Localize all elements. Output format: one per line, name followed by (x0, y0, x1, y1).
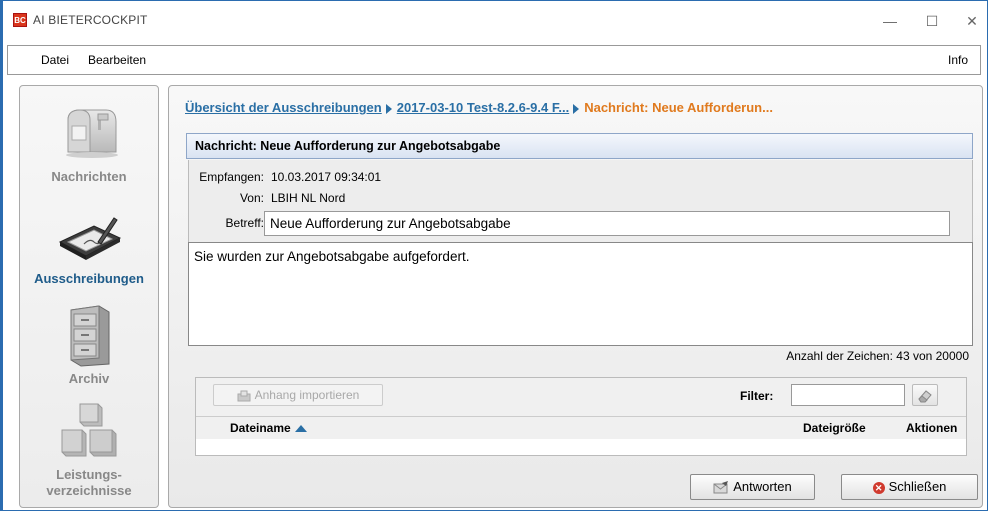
app-logo-icon: BC (13, 13, 27, 27)
reply-button[interactable]: Antworten (690, 474, 815, 500)
received-label: Empfangen: (199, 170, 264, 184)
message-body[interactable]: Sie wurden zur Angebotsabgabe aufgeforde… (188, 242, 973, 346)
filter-label: Filter: (740, 389, 774, 403)
app-window: BC AI BIETERCOCKPIT — ☐ ✕ Datei Bearbeit… (0, 0, 988, 511)
from-label: Von: (239, 191, 264, 205)
menu-bar: Datei Bearbeiten Info (7, 45, 981, 75)
window-title: AI BIETERCOCKPIT (33, 13, 148, 27)
title-bar: BC AI BIETERCOCKPIT — ☐ ✕ (3, 1, 987, 37)
import-attachment-button[interactable]: Anhang importieren (213, 384, 383, 406)
message-header: Nachricht: Neue Aufforderung zur Angebot… (186, 133, 973, 159)
close-label: Schließen (888, 479, 947, 494)
reply-label: Antworten (733, 479, 792, 494)
breadcrumb: Übersicht der Ausschreibungen 2017-03-10 … (185, 100, 773, 115)
column-actions: Aktionen (906, 421, 958, 435)
breadcrumb-link-tender[interactable]: 2017-03-10 Test-8.2.6-9.4 F... (397, 100, 569, 115)
received-value: 10.03.2017 09:34:01 (271, 170, 382, 184)
clear-filter-button[interactable] (912, 384, 938, 406)
sidebar-item-label: Leistungs- verzeichnisse (46, 467, 132, 498)
close-button[interactable]: ✕ Schließen (841, 474, 978, 500)
boxes-icon (61, 403, 117, 457)
char-count: Anzahl der Zeichen: 43 von 20000 (786, 349, 969, 363)
sidebar-item-label: Ausschreibungen (34, 271, 144, 286)
menu-bearbeiten[interactable]: Bearbeiten (88, 53, 146, 67)
breadcrumb-arrow-icon (573, 103, 580, 114)
breadcrumb-arrow-icon (385, 103, 392, 114)
column-filename-label: Dateiname (230, 421, 291, 435)
minimize-button[interactable]: — (875, 9, 905, 33)
sidebar-item-ausschreibungen[interactable]: Ausschreibungen (20, 216, 158, 286)
attachments-table-body (196, 439, 966, 455)
mailbox-icon (66, 109, 118, 158)
column-filesize[interactable]: Dateigröße (803, 421, 866, 435)
sidebar-item-label: Nachrichten (51, 169, 127, 184)
from-value: LBIH NL Nord (271, 191, 346, 205)
signing-tablet-icon (58, 217, 122, 260)
filing-cabinet-icon (70, 305, 110, 367)
attachments-panel: Anhang importieren Filter: Dateiname Dat… (195, 377, 967, 456)
maximize-button[interactable]: ☐ (917, 9, 947, 33)
menu-info[interactable]: Info (948, 53, 968, 67)
breadcrumb-link-overview[interactable]: Übersicht der Ausschreibungen (185, 100, 382, 115)
sort-ascending-icon (294, 425, 307, 433)
attachments-table-header: Dateiname Dateigröße Aktionen (196, 416, 966, 440)
breadcrumb-current: Nachricht: Neue Aufforderun... (584, 100, 773, 115)
sidebar-item-nachrichten[interactable]: Nachrichten (20, 108, 158, 184)
attachment-icon (237, 390, 251, 402)
column-filename[interactable]: Dateiname (230, 421, 307, 435)
import-attachment-label: Anhang importieren (254, 388, 360, 402)
menu-datei[interactable]: Datei (41, 53, 69, 67)
filter-input[interactable] (791, 384, 905, 406)
close-icon: ✕ (872, 481, 885, 494)
sidebar: Nachrichten Ausschreibungen Archiv Leist… (19, 85, 159, 508)
main-content: Übersicht der Ausschreibungen 2017-03-10 … (168, 85, 983, 508)
eraser-icon (918, 390, 932, 403)
reply-icon (713, 480, 729, 494)
sidebar-item-label: Archiv (68, 371, 110, 386)
close-window-button[interactable]: ✕ (957, 9, 987, 33)
subject-label: Betreff: (225, 216, 264, 230)
sidebar-item-archiv[interactable]: Archiv (20, 304, 158, 386)
subject-field[interactable]: Neue Aufforderung zur Angebotsabgabe (264, 211, 950, 236)
sidebar-item-leistungsverzeichnisse[interactable]: Leistungs- verzeichnisse (20, 402, 158, 499)
